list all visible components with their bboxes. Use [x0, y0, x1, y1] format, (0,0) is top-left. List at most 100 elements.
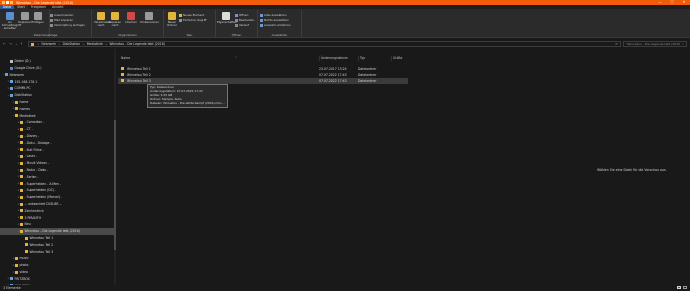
large-icons-view-icon[interactable]	[683, 286, 687, 289]
folder-icon	[121, 79, 124, 83]
back-button[interactable]: ←	[3, 42, 6, 46]
properties-button[interactable]: Eigenschaften	[217, 12, 237, 24]
address-bar[interactable]: > Netzwerk > DiskStation > Mediathek > W…	[28, 41, 621, 47]
nav-item[interactable]: Winnetou Teil 2	[0, 242, 114, 249]
up-button[interactable]: ↑	[20, 42, 23, 46]
nav-item[interactable]: > -- unbeachtet DVD-BR --	[0, 201, 114, 208]
file-row[interactable]: Winnetou Teil 3 07.07.2022 17:43 Dateiordn…	[118, 78, 408, 84]
nav-item[interactable]: > home	[0, 99, 114, 106]
folder-icon	[20, 229, 23, 233]
cloud-icon	[10, 66, 13, 70]
select-none-icon	[260, 18, 263, 22]
copy-to-button[interactable]: Kopieren nach	[108, 12, 122, 27]
breadcrumb-winnetou[interactable]: Winnetou - Die Legende lebt (2016)	[109, 42, 164, 46]
folder-icon	[20, 188, 23, 192]
folder-icon	[20, 154, 23, 158]
nav-item-label: - Doku - Dialoge -	[24, 140, 52, 145]
nav-item[interactable]: > - Laser -	[0, 153, 114, 160]
edit-button[interactable]: Bearbeiten	[235, 18, 254, 22]
nav-item[interactable]: > - Superhelden (Marvel) -	[0, 194, 114, 201]
nav-item[interactable]: > - Kult Filme -	[0, 146, 114, 153]
nav-item[interactable]: Daten (D:)	[0, 58, 114, 65]
nav-item[interactable]: > - Doku - Dialoge -	[0, 140, 114, 147]
nav-item[interactable]: > music	[0, 255, 114, 262]
folder-icon	[15, 114, 18, 118]
breadcrumb-diskstation[interactable]: DiskStation	[63, 42, 81, 46]
folder-icon	[31, 42, 34, 46]
new-item-button[interactable]: Neues Element	[179, 13, 204, 17]
nav-item[interactable]: > - Superhelden - X-Men -	[0, 180, 114, 187]
net-icon	[5, 73, 8, 77]
open-button[interactable]: Öffnen	[235, 13, 248, 17]
nav-item[interactable]: > - Comedian -	[0, 119, 114, 126]
nav-item[interactable]: > FRITZBOX	[0, 276, 114, 283]
nav-item[interactable]: > Neu	[0, 221, 114, 228]
nav-item-label: -- unbeachtet DVD-BR --	[24, 202, 62, 207]
properties-label: Eigenschaften	[217, 20, 237, 24]
move-icon	[97, 12, 105, 20]
column-name[interactable]: Name	[120, 56, 130, 61]
nav-item[interactable]: ⌄ Mediathek	[0, 112, 114, 119]
breadcrumb-netzwerk[interactable]: Netzwerk	[42, 42, 57, 46]
file-type: Dateiordner	[358, 72, 377, 77]
column-size[interactable]: Größe	[391, 56, 402, 61]
history-button[interactable]: Verlauf	[235, 23, 249, 27]
file-row[interactable]: Winnetou Teil 2 07.07.2022 17:43 Dateiordn…	[118, 72, 408, 78]
column-date[interactable]: Änderungsdatum	[319, 56, 348, 61]
folder-icon	[20, 202, 23, 206]
nav-item[interactable]: > - Superhelden (DC) -	[0, 187, 114, 194]
nav-item[interactable]: > homes	[0, 106, 114, 113]
nav-item[interactable]: ⌄ DiskStation	[0, 92, 114, 99]
move-to-button[interactable]: Verschieben nach	[94, 12, 111, 27]
nav-item[interactable]: Winnetou Teil 3	[0, 248, 114, 255]
nav-item[interactable]: > - Serien -	[0, 174, 114, 181]
properties-icon[interactable]	[6, 1, 9, 4]
nav-item[interactable]: > Zeichentrick	[0, 208, 114, 215]
easy-access-button[interactable]: Einfacher Zugriff	[179, 18, 206, 22]
invert-selection-label: Auswahl umkehren	[264, 23, 291, 27]
nav-item[interactable]: >192.168.178.1	[0, 78, 114, 85]
breadcrumb-mediathek[interactable]: Mediathek	[87, 42, 103, 46]
nav-item[interactable]: > - Natur - Doku -	[0, 167, 114, 174]
file-row[interactable]: Winnetou Teil 1 23.07.2017 13:24 Dateiordn…	[118, 66, 408, 72]
invert-selection-button[interactable]: Auswahl umkehren	[260, 23, 291, 27]
navigation-pane: Daten (D:) Google Drive (G:) ⌄ Netzwerk >192…	[0, 49, 116, 285]
column-headers: Name ^ Änderungsdatum Typ Größe	[118, 56, 408, 61]
search-input[interactable]: "Winnetou - Die Legende lebt (2016)" dur…	[623, 41, 687, 47]
nav-item[interactable]: >3 PIRANTH	[0, 214, 114, 221]
nav-item[interactable]: > photo	[0, 262, 114, 269]
nav-item[interactable]: > - Musik Videos -	[0, 160, 114, 167]
nav-item[interactable]: > - CT -	[0, 126, 114, 133]
refresh-icon[interactable]: ⟳	[615, 42, 618, 46]
select-group-label: Auswählen	[271, 33, 288, 37]
nav-item-label: FRITZBOX	[14, 276, 30, 281]
nav-item[interactable]: Google Drive (G:)	[0, 65, 114, 72]
navigation-scrollbar-thumb[interactable]	[114, 120, 116, 250]
recent-locations-button[interactable]: ⌄	[15, 42, 18, 46]
folder-icon	[20, 216, 23, 220]
nav-item-label: - Superhelden - X-Men -	[24, 181, 61, 186]
rename-button[interactable]: Umbenennen	[140, 12, 159, 24]
select-all-button[interactable]: Alles auswählen	[260, 13, 287, 17]
details-view-icon[interactable]	[677, 286, 681, 289]
file-date: 07.07.2022 17:43	[319, 78, 347, 83]
new-folder-icon[interactable]	[10, 1, 13, 4]
nav-item-label: - Kult Filme -	[24, 147, 44, 152]
folder-icon	[20, 209, 23, 213]
open-group-label: Öffnen	[231, 33, 242, 37]
nav-item[interactable]: > video	[0, 269, 114, 276]
nav-item[interactable]: > - Disney -	[0, 133, 114, 140]
new-folder-button[interactable]: Neuer Ordner	[166, 12, 178, 27]
copy-to-icon	[111, 12, 119, 20]
file-name: Winnetou Teil 3	[127, 78, 151, 83]
nav-item[interactable]: > COMMI-PC	[0, 85, 114, 92]
delete-button[interactable]: Löschen	[124, 12, 138, 24]
column-type[interactable]: Typ	[358, 56, 365, 61]
open-icon	[235, 13, 238, 17]
forward-button[interactable]: →	[9, 42, 12, 46]
nav-item[interactable]: Winnetou Teil 1	[0, 235, 114, 242]
select-none-button[interactable]: Nichts auswählen	[260, 18, 289, 22]
nav-item[interactable]: ⌄ Winnetou - Die Legende lebt (2016)	[0, 228, 114, 235]
nav-item[interactable]: ⌄ Netzwerk	[0, 72, 114, 79]
nav-item-label: video	[19, 270, 28, 275]
